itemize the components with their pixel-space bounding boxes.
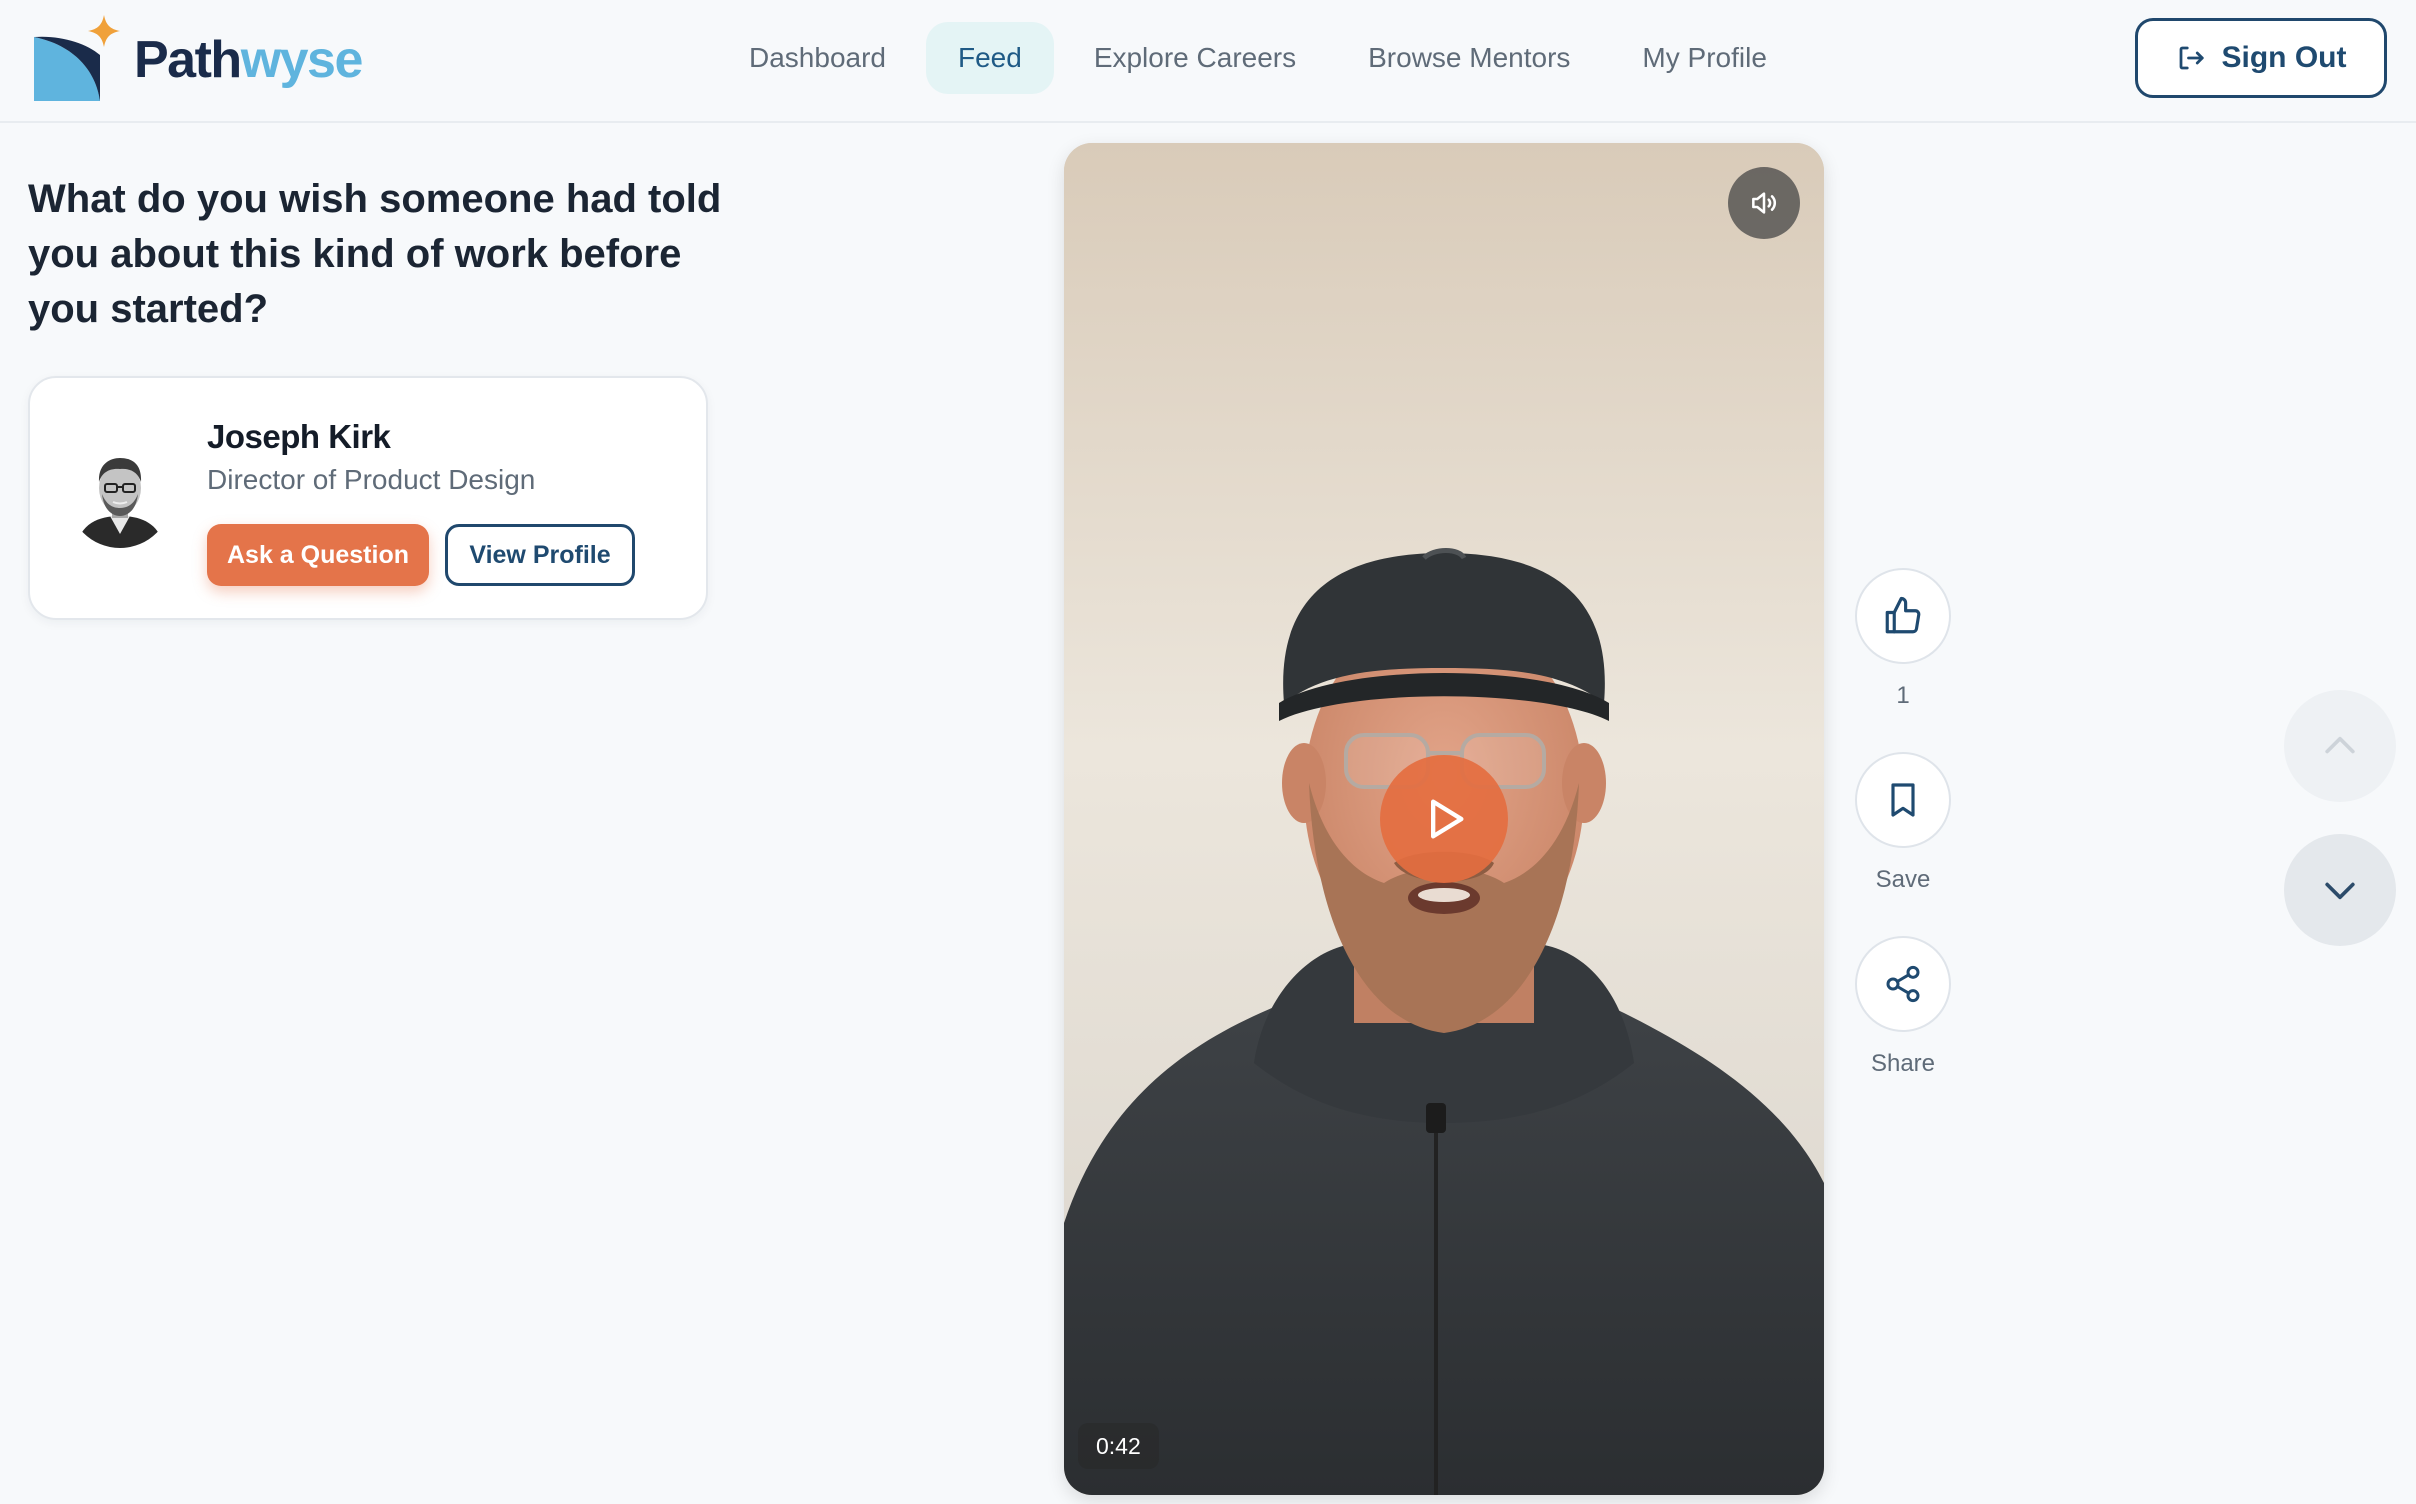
chevron-up-icon (2325, 736, 2355, 754)
brand-name: Pathwyse (134, 31, 363, 89)
top-header: Pathwyse Dashboard Feed Explore Careers … (0, 0, 2416, 123)
share-label: Share (1870, 1050, 1936, 1077)
save-label: Save (1875, 866, 1931, 893)
nav-explore-careers[interactable]: Explore Careers (1062, 22, 1328, 94)
app-root: Pathwyse Dashboard Feed Explore Careers … (0, 0, 2416, 1504)
save-button[interactable] (1855, 752, 1951, 848)
nav-my-profile[interactable]: My Profile (1610, 22, 1798, 94)
sign-out-icon (2179, 46, 2204, 70)
mentor-card: Joseph Kirk Director of Product Design A… (28, 376, 708, 620)
chevron-down-icon (2325, 882, 2355, 900)
share-button[interactable] (1855, 936, 1951, 1032)
speaker-icon (1752, 192, 1777, 214)
video-duration: 0:42 (1078, 1423, 1159, 1469)
nav-feed[interactable]: Feed (925, 22, 1054, 94)
next-video-button[interactable] (2284, 834, 2396, 946)
like-button[interactable] (1855, 568, 1951, 664)
nav-dashboard[interactable]: Dashboard (717, 22, 918, 94)
thumbs-up-icon (1885, 596, 1921, 634)
mentor-name[interactable]: Joseph Kirk (207, 418, 391, 456)
mute-toggle-button[interactable] (1728, 167, 1800, 239)
feed-question: What do you wish someone had told you ab… (28, 177, 722, 331)
nav-browse-mentors[interactable]: Browse Mentors (1336, 22, 1602, 94)
bookmark-icon (1891, 783, 1915, 817)
play-icon (1431, 799, 1464, 839)
sign-out-label: Sign Out (2221, 41, 2347, 74)
brand-logo[interactable]: Pathwyse (30, 14, 363, 106)
view-profile-button[interactable]: View Profile (445, 524, 635, 586)
like-action: 1 (1855, 568, 1951, 710)
play-button[interactable] (1380, 755, 1508, 883)
video-player[interactable]: 0:42 (1064, 143, 1824, 1495)
mentor-title: Director of Product Design (207, 464, 536, 495)
logo-mark-icon (34, 15, 120, 101)
like-count: 1 (1896, 682, 1910, 709)
mentor-avatar[interactable] (68, 444, 172, 548)
save-action: Save (1855, 752, 1951, 894)
main-nav: Dashboard Feed Explore Careers Browse Me… (717, 22, 1807, 94)
share-icon (1886, 965, 1920, 1003)
share-action: Share (1855, 936, 1951, 1078)
sign-out-button[interactable]: Sign Out (2135, 18, 2387, 98)
ask-question-button[interactable]: Ask a Question (207, 524, 429, 586)
previous-video-button[interactable] (2284, 690, 2396, 802)
